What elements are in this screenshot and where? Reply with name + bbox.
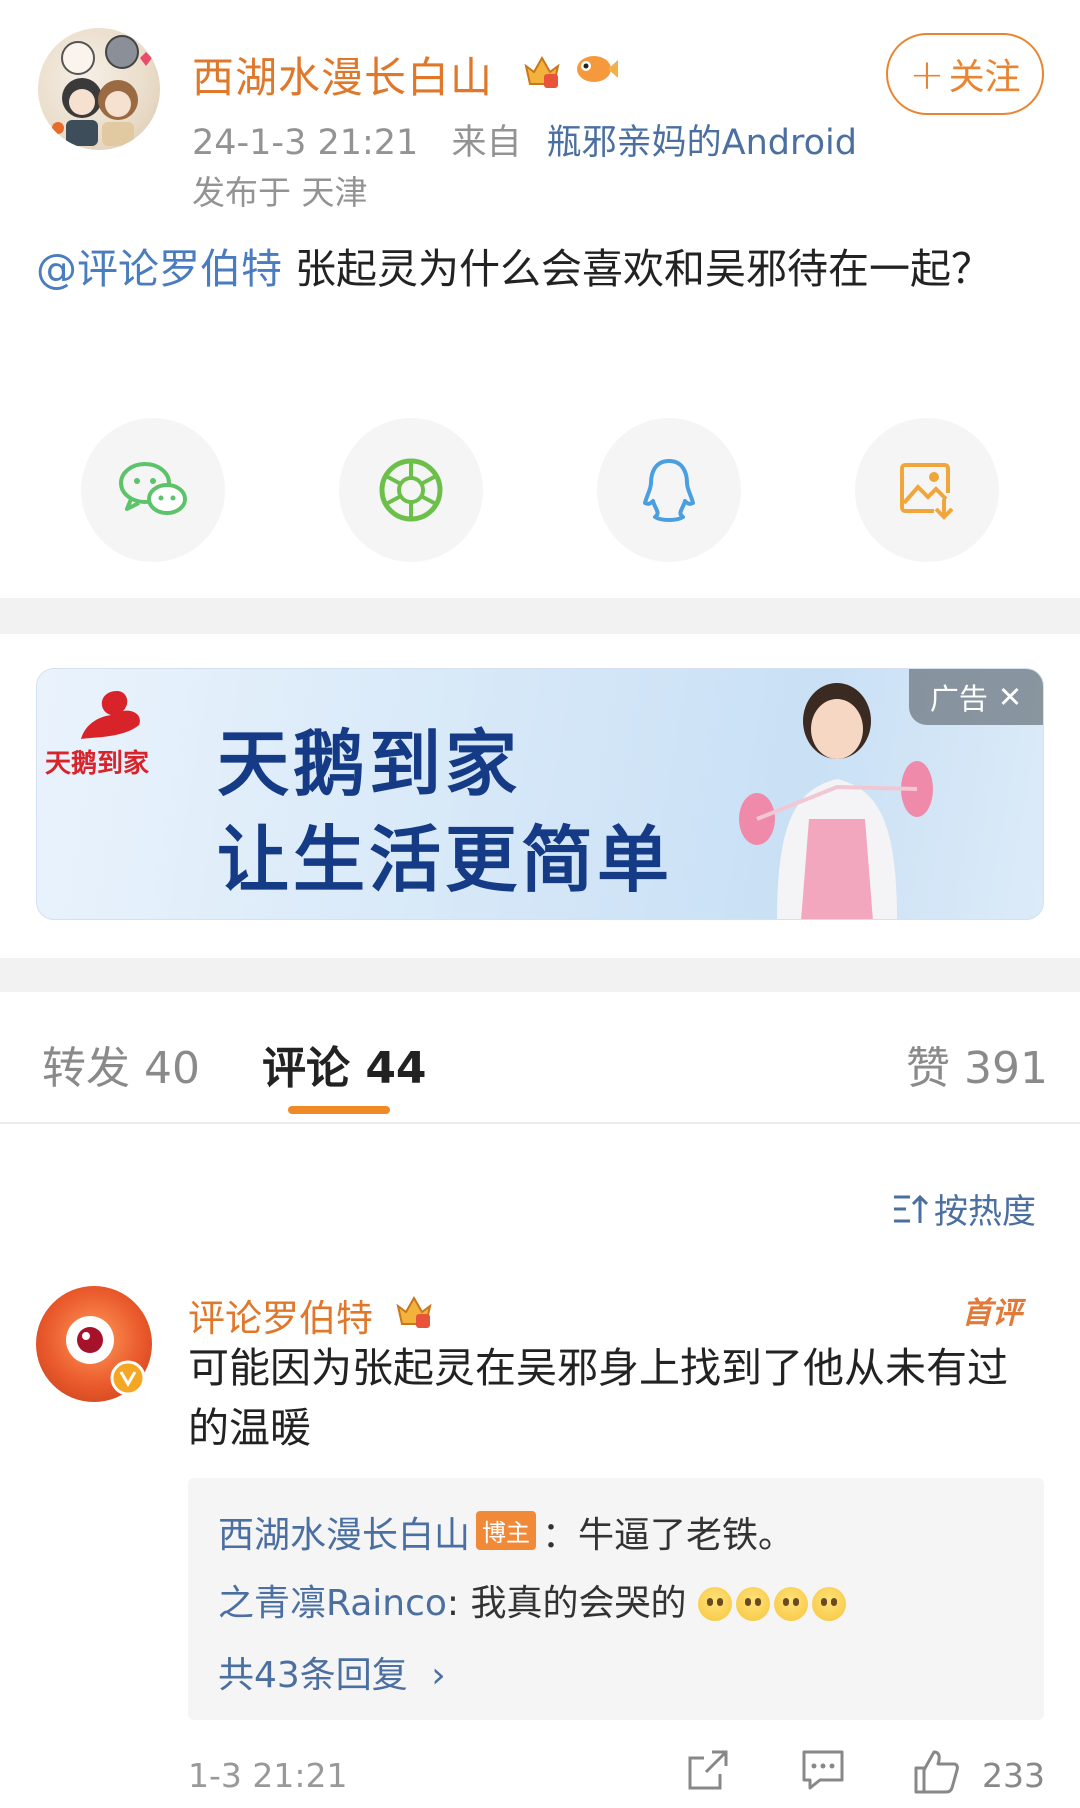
sort-label: 按热度 — [934, 1192, 1036, 1232]
author-badge: 博主 — [476, 1511, 537, 1550]
follow-button[interactable]: + 关注 — [886, 33, 1044, 115]
post-meta: 24-1-3 21:21 来自 瓶邪亲妈的Android — [192, 114, 857, 165]
ad-banner[interactable]: 天鹅到家 天鹅到家 让生活更简单 广告 ✕ — [36, 668, 1044, 920]
active-tab-indicator — [288, 1106, 390, 1114]
save-image-button[interactable] — [855, 418, 999, 562]
reply-user[interactable]: 西湖水漫长白山 — [218, 1515, 470, 1556]
reply-user[interactable]: 之青凛Rainco — [218, 1583, 447, 1624]
reply-text: : 我真的会哭的 — [446, 1583, 687, 1624]
plus-icon: + — [909, 49, 945, 99]
tab-like[interactable]: 赞 391 — [906, 1032, 1048, 1096]
wechat-icon — [119, 462, 187, 515]
vip-crown-icon — [520, 50, 564, 98]
vip-crown-icon — [392, 1290, 436, 1338]
comment-time: 1-3 21:21 — [188, 1756, 348, 1795]
sad-emoji-icon — [811, 1587, 846, 1621]
tab-comment[interactable]: 评论 44 — [262, 1032, 427, 1096]
commenter-avatar[interactable] — [36, 1286, 152, 1402]
post-source[interactable]: 瓶邪亲妈的Android — [547, 123, 857, 163]
sad-emoji-icon — [735, 1587, 770, 1621]
comment-text: 可能因为张起灵在吴邪身上找到了他从未有过的温暖 — [188, 1344, 1008, 1452]
author-name[interactable]: 西湖水漫长白山 — [192, 44, 493, 105]
ad-brand: 天鹅到家 — [45, 749, 150, 779]
section-divider — [0, 598, 1080, 634]
author-avatar[interactable] — [38, 28, 160, 150]
share-wechat-button[interactable] — [81, 418, 225, 562]
post-body: @评论罗伯特 张起灵为什么会喜欢和吴邪待在一起？ — [36, 238, 1046, 300]
reply-preview[interactable]: 西湖水漫长白山 博主 ：牛逼了老铁。 之青凛Rainco: 我真的会哭的 共43条回… — [188, 1478, 1044, 1720]
qq-icon — [643, 459, 695, 522]
moments-icon — [379, 458, 443, 522]
ad-close-button[interactable]: 广告 ✕ — [909, 669, 1043, 725]
first-comment-badge: 首评 — [962, 1296, 1022, 1331]
reply-comment-icon[interactable] — [800, 1748, 846, 1792]
reply-text: ：牛逼了老铁。 — [542, 1515, 795, 1556]
reply-item[interactable]: 之青凛Rainco: 我真的会哭的 — [218, 1574, 850, 1626]
mention-link[interactable]: @评论罗伯特 — [36, 245, 282, 293]
section-divider — [0, 958, 1080, 992]
commenter-name[interactable]: 评论罗伯特 — [188, 1288, 373, 1342]
like-count: 233 — [982, 1756, 1045, 1795]
tabs-divider — [0, 1122, 1080, 1124]
post-location: 发布于 天津 — [192, 173, 368, 212]
more-replies-label: 共43条回复 — [218, 1655, 408, 1696]
sad-emoji-icon — [697, 1587, 732, 1621]
sad-emoji-icon — [773, 1587, 808, 1621]
chevron-right-icon: › — [431, 1655, 446, 1696]
ad-slogan: 让生活更简单 — [217, 817, 674, 902]
tab-repost[interactable]: 转发 40 — [42, 1032, 200, 1096]
ad-headline: 天鹅到家 — [217, 721, 522, 806]
swan-logo-icon — [81, 691, 140, 739]
view-all-replies-link[interactable]: 共43条回复 › — [218, 1646, 446, 1698]
ad-label: 广告 — [929, 682, 988, 716]
share-comment-icon[interactable] — [686, 1748, 730, 1792]
sort-button[interactable]: 按热度 — [892, 1184, 1036, 1233]
follow-label: 关注 — [948, 57, 1021, 98]
share-moments-button[interactable] — [339, 418, 483, 562]
reply-item[interactable]: 西湖水漫长白山 博主 ：牛逼了老铁。 — [218, 1506, 794, 1558]
fish-badge-icon — [572, 48, 618, 92]
close-icon: ✕ — [997, 680, 1023, 714]
save-image-icon — [900, 463, 954, 520]
like-icon[interactable] — [912, 1748, 960, 1796]
share-qq-button[interactable] — [597, 418, 741, 562]
post-text: 张起灵为什么会喜欢和吴邪待在一起？ — [282, 245, 993, 293]
sort-icon — [894, 1194, 928, 1223]
source-label: 来自 — [451, 123, 522, 163]
post-timestamp: 24-1-3 21:21 — [192, 123, 419, 163]
